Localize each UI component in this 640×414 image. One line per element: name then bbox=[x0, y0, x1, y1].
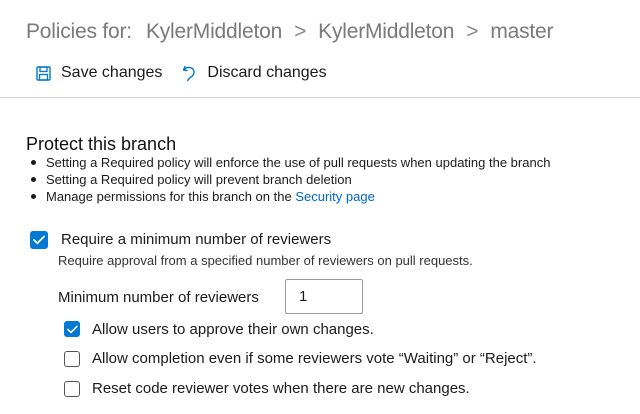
breadcrumb-separator: > bbox=[466, 20, 479, 43]
breadcrumb-item-repo[interactable]: KylerMiddleton bbox=[318, 20, 454, 43]
breadcrumb-separator: > bbox=[294, 20, 307, 43]
page-header: Policies for: KylerMiddleton > KylerMiddlet… bbox=[0, 0, 640, 98]
save-changes-button[interactable]: Save changes bbox=[34, 64, 162, 82]
checkmark-icon bbox=[33, 235, 45, 245]
reviewers-description: Require approval from a specified number… bbox=[58, 253, 473, 268]
checkmark-icon bbox=[66, 325, 78, 333]
allow-completion-checkbox[interactable] bbox=[64, 351, 80, 367]
info-bullet: Setting a Required policy will prevent b… bbox=[26, 171, 550, 188]
info-bullet-list: Setting a Required policy will enforce t… bbox=[26, 154, 550, 205]
breadcrumb-item-project[interactable]: KylerMiddleton bbox=[146, 20, 282, 43]
reset-votes-label: Reset code reviewer votes when there are… bbox=[92, 380, 470, 397]
allow-self-approve-label: Allow users to approve their own changes… bbox=[92, 321, 374, 338]
undo-icon bbox=[180, 64, 198, 82]
reset-votes-checkbox[interactable] bbox=[64, 381, 80, 397]
save-changes-label: Save changes bbox=[61, 64, 163, 81]
require-min-reviewers-label: Require a minimum number of reviewers bbox=[61, 231, 332, 248]
section-title: Protect this branch bbox=[26, 134, 177, 154]
floppy-disk-icon bbox=[34, 64, 52, 82]
info-bullet: Manage permissions for this branch on th… bbox=[26, 188, 550, 205]
info-bullet-text: Manage permissions for this branch on th… bbox=[46, 189, 296, 204]
discard-changes-button[interactable]: Discard changes bbox=[180, 64, 327, 82]
toolbar: Save changes Discard changes bbox=[34, 64, 327, 82]
info-bullet: Setting a Required policy will enforce t… bbox=[26, 154, 550, 171]
discard-changes-label: Discard changes bbox=[207, 64, 327, 81]
require-min-reviewers-checkbox[interactable] bbox=[30, 231, 48, 249]
allow-completion-label: Allow completion even if some reviewers … bbox=[92, 350, 537, 367]
breadcrumb: Policies for: KylerMiddleton > KylerMiddlet… bbox=[26, 20, 554, 44]
min-reviewers-label: Minimum number of reviewers bbox=[58, 289, 259, 306]
breadcrumb-item-branch: master bbox=[490, 20, 554, 43]
allow-self-approve-checkbox[interactable] bbox=[64, 321, 80, 337]
breadcrumb-lead: Policies for: bbox=[26, 20, 132, 43]
min-reviewers-input[interactable] bbox=[285, 279, 363, 314]
security-page-link[interactable]: Security page bbox=[295, 189, 375, 204]
